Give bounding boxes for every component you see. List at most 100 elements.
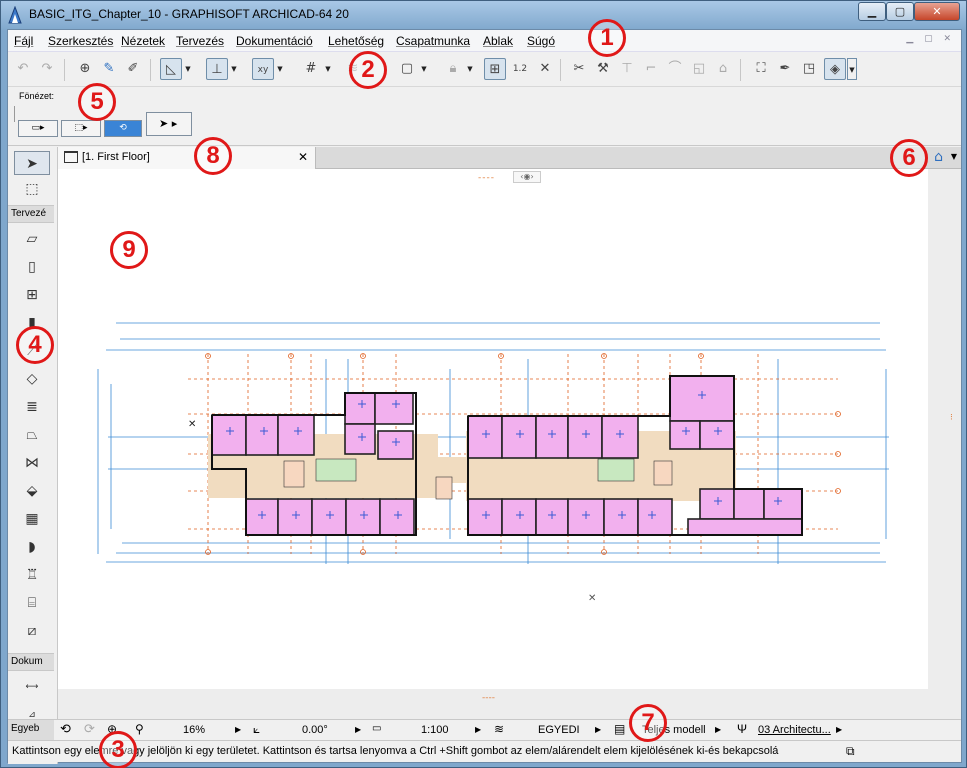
coordinate-icon[interactable]: xy: [252, 58, 274, 80]
menu-options[interactable]: Lehetőség: [328, 34, 384, 48]
window-tool-icon[interactable]: ⊞: [14, 283, 50, 307]
chevron-right-icon[interactable]: ▶: [836, 725, 842, 734]
door-tool-icon[interactable]: ▯: [14, 255, 50, 279]
trim-icon[interactable]: ⚒: [592, 58, 614, 80]
menu-document[interactable]: Dokumentáció: [236, 34, 313, 48]
toolbox-section-design[interactable]: Tervezé: [8, 205, 54, 223]
pen-set-icon[interactable]: Ψ: [737, 722, 747, 736]
layers-icon[interactable]: ≋: [494, 722, 504, 736]
toolbox-section-more[interactable]: Egyeb: [8, 720, 54, 740]
arrow-mode-button[interactable]: ➤ ▸: [146, 112, 192, 136]
mdi-controls[interactable]: ▁ ▢ ✕: [906, 34, 955, 44]
marquee-tool-icon[interactable]: ⬚: [14, 177, 50, 201]
selection-method-button[interactable]: ▭▸: [18, 120, 58, 137]
chevron-down-icon[interactable]: ▼: [323, 58, 333, 80]
orientation-angle[interactable]: 0.00°: [302, 724, 328, 736]
toolbar-separator: [560, 59, 561, 81]
stair-tool-icon[interactable]: ≣: [14, 395, 50, 419]
roof-trim-icon[interactable]: ⌂: [712, 58, 734, 80]
chevron-right-icon[interactable]: ▶: [235, 725, 241, 734]
window-restore-icon[interactable]: ⧉: [846, 744, 855, 759]
zoom-level[interactable]: 16%: [183, 724, 205, 736]
cross-hotspot-icon[interactable]: ✕: [534, 58, 556, 80]
chevron-right-icon[interactable]: ▶: [475, 725, 481, 734]
undo-icon[interactable]: ↶: [12, 58, 34, 80]
chevron-down-icon[interactable]: ▼: [229, 58, 239, 80]
vertical-scroll-area[interactable]: ⁝: [928, 169, 961, 689]
marquee-type-button[interactable]: ⬚▸: [61, 120, 101, 137]
zoom-icon[interactable]: ⚲: [135, 722, 144, 736]
redo-icon[interactable]: ↷: [36, 58, 58, 80]
layer-box-icon[interactable]: ▢: [396, 58, 418, 80]
rotate-icon[interactable]: ⟀: [253, 722, 260, 737]
shell-tool-icon[interactable]: ⋈: [14, 451, 50, 475]
model-view-icon[interactable]: ▤: [614, 722, 625, 736]
guide-lines-icon[interactable]: ◺: [160, 58, 182, 80]
title-bar[interactable]: BASIC_ITG_Chapter_10 - GRAPHISOFT ARCHIC…: [1, 1, 966, 29]
chevron-down-icon[interactable]: ▼: [951, 152, 957, 161]
archicad-app-icon: [8, 6, 22, 24]
chevron-right-icon[interactable]: ▶: [355, 725, 361, 734]
tab-first-floor[interactable]: [1. First Floor] ✕: [58, 147, 316, 169]
menu-view[interactable]: Nézetek: [121, 34, 165, 48]
grid-snap-icon[interactable]: #: [300, 58, 322, 80]
zoom-forward-icon[interactable]: ⟳: [84, 721, 95, 737]
menu-file[interactable]: Fájl: [14, 34, 33, 48]
scale-icon[interactable]: ▭: [372, 723, 381, 734]
roof-tool-icon[interactable]: ⏢: [14, 423, 50, 447]
chevron-down-icon[interactable]: ▼: [419, 58, 429, 80]
railing-tool-icon[interactable]: ⧄: [14, 619, 50, 643]
chevron-down-icon[interactable]: ▼: [465, 58, 475, 80]
magic-wand-button[interactable]: ⟲: [104, 120, 142, 137]
info-box: Fönézet: ▭▸ ⬚▸ ⟲ ➤ ▸: [8, 88, 961, 146]
curtain-wall-tool-icon[interactable]: ▦: [14, 507, 50, 531]
menu-help[interactable]: Súgó: [527, 34, 555, 48]
eyedropper-icon[interactable]: ✎: [98, 58, 120, 80]
chevron-down-icon[interactable]: ▼: [847, 58, 857, 80]
menu-design[interactable]: Tervezés: [176, 34, 224, 48]
close-window-button[interactable]: ✕: [914, 2, 960, 21]
dimension-tool-icon[interactable]: ⟷: [14, 675, 50, 699]
morph-tool-icon[interactable]: ◗: [14, 535, 50, 559]
snap-guides-icon[interactable]: ⊥: [206, 58, 228, 80]
find-select-icon[interactable]: ⊕: [74, 58, 96, 80]
chevron-right-icon[interactable]: ▶: [595, 725, 601, 734]
dimension-icon[interactable]: 1.2: [509, 58, 531, 80]
chevron-down-icon[interactable]: ▼: [275, 58, 285, 80]
3d-view-icon[interactable]: ◳: [798, 58, 820, 80]
arrow-tool-icon[interactable]: ➤: [14, 151, 50, 175]
resize-icon[interactable]: ◱: [688, 58, 710, 80]
marquee-icon[interactable]: ⛶: [750, 58, 772, 80]
3d-cut-icon[interactable]: ◈: [824, 58, 846, 80]
chevron-right-icon[interactable]: ▶: [715, 725, 721, 734]
lock-icon[interactable]: 🔒︎: [442, 58, 464, 80]
chevron-down-icon[interactable]: ▼: [183, 58, 193, 80]
menu-edit[interactable]: Szerkesztés: [48, 34, 113, 48]
suspend-groups-icon[interactable]: ⊞: [484, 58, 506, 80]
zone-tool-icon[interactable]: ⌸: [14, 591, 50, 615]
zoom-back-icon[interactable]: ⟲: [60, 721, 71, 737]
minimize-button[interactable]: ▁: [858, 2, 886, 21]
wall-tool-icon[interactable]: ▱: [14, 227, 50, 251]
tab-close-icon[interactable]: ✕: [298, 150, 308, 164]
brush-icon[interactable]: ✒: [774, 58, 796, 80]
syringe-icon[interactable]: ✐: [122, 58, 144, 80]
mesh-tool-icon[interactable]: ⬙: [14, 479, 50, 503]
fillet-icon[interactable]: ⌒: [664, 58, 686, 80]
extend-icon[interactable]: ⊤: [616, 58, 638, 80]
menu-teamwork[interactable]: Csapatmunka: [396, 34, 470, 48]
layer-combination[interactable]: EGYEDI: [538, 724, 580, 736]
floor-plan-canvas[interactable]: ---- ‹◉› ✕ ✕: [58, 169, 928, 689]
navigator-icon[interactable]: ⌂: [934, 149, 943, 165]
callout-badge: 5: [78, 83, 116, 121]
corner-icon[interactable]: ⌐: [640, 58, 662, 80]
slab-tool-icon[interactable]: ◇: [14, 367, 50, 391]
menu-window[interactable]: Ablak: [483, 34, 513, 48]
scissors-icon[interactable]: ✂: [568, 58, 590, 80]
toolbox-section-document[interactable]: Dokum: [8, 653, 54, 671]
horizontal-scroll-area[interactable]: ----: [58, 689, 961, 719]
object-tool-icon[interactable]: ♖: [14, 563, 50, 587]
drawing-scale[interactable]: 1:100: [421, 724, 449, 736]
maximize-button[interactable]: ▢: [886, 2, 914, 21]
pen-set[interactable]: 03 Architectu...: [758, 724, 831, 736]
